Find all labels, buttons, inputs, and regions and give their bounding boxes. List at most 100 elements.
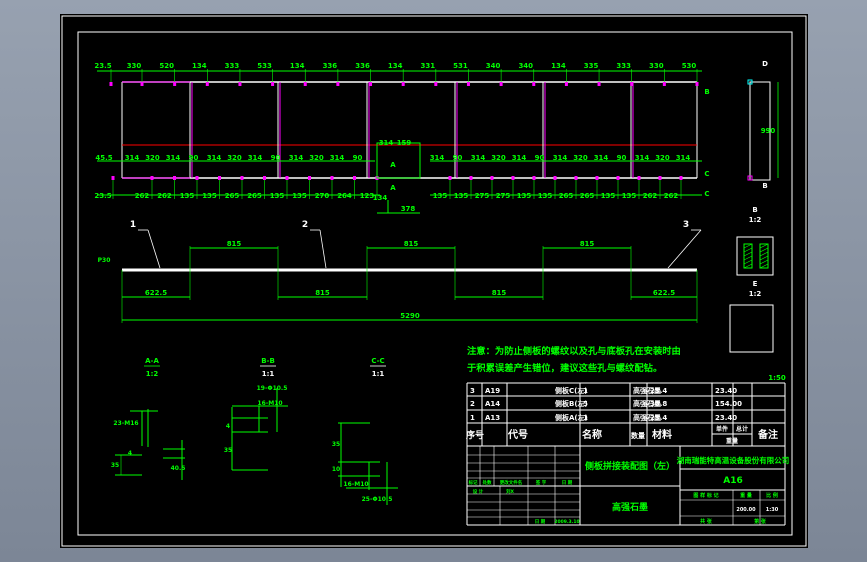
- dimension-label: 135: [270, 192, 285, 200]
- hole-mark: [336, 82, 340, 86]
- section-mark-d: D: [762, 60, 768, 68]
- part-leader-label: 3: [683, 220, 689, 230]
- hole-mark: [499, 82, 503, 86]
- dimension-label: 135: [180, 192, 195, 200]
- title-block-label: 比 例: [766, 492, 778, 499]
- hole-mark: [490, 176, 494, 180]
- hole-mark: [662, 82, 666, 86]
- dimension-label: 320: [573, 154, 588, 162]
- bom-cell: 23.4: [650, 414, 667, 422]
- dimension-label: 314: [166, 154, 181, 162]
- dimension-label: 314: [125, 154, 140, 162]
- dimension-label: 134: [388, 62, 403, 70]
- dimension-label: 320: [491, 154, 506, 162]
- bom-header: 代号: [507, 428, 528, 441]
- text: 35: [111, 462, 119, 469]
- view-b-scale: 1:2: [749, 216, 762, 224]
- dimension-label: 135: [601, 192, 616, 200]
- dimension-label: 314: [248, 154, 263, 162]
- dimension-label: 265: [225, 192, 240, 200]
- dimension-label: 333: [616, 62, 631, 70]
- hole-mark: [173, 82, 177, 86]
- hole-mark: [532, 82, 536, 86]
- text: 815: [492, 289, 507, 297]
- hole-mark: [532, 176, 536, 180]
- drawing-number: A16: [723, 476, 743, 486]
- drawing-title: 侧板拼接装配图（左）: [585, 460, 675, 472]
- dimension-label: 265: [580, 192, 595, 200]
- dimension-label: 314: [330, 154, 345, 162]
- dimension-label: 135: [622, 192, 637, 200]
- bom-header: 总计: [736, 425, 748, 433]
- title-block-label: 更改文件名: [500, 479, 523, 486]
- dimension-label: 314: [635, 154, 650, 162]
- text: 990: [761, 127, 776, 135]
- hole-mark: [353, 176, 356, 180]
- dimension-label: 275: [496, 192, 511, 200]
- bom-header: 序号: [466, 429, 484, 441]
- title-block-label: 设 计: [473, 488, 484, 495]
- dimension-label: 336: [355, 62, 370, 70]
- hole-mark: [285, 176, 289, 180]
- hole-mark: [564, 82, 568, 86]
- dimension-label: 320: [309, 154, 324, 162]
- dimension-label: 134: [551, 62, 566, 70]
- title-block-label: 共 张: [700, 518, 713, 525]
- hole-mark: [308, 176, 311, 180]
- text: 35: [224, 447, 232, 454]
- bom-cell: 154.00: [715, 400, 742, 408]
- text: 815: [580, 240, 595, 248]
- view-b-title: B: [752, 206, 757, 214]
- section-mark-c: C: [704, 190, 709, 198]
- dimension-label: 520: [159, 62, 174, 70]
- text: 19-Φ10.5: [257, 385, 288, 392]
- bom-header: 备注: [757, 428, 778, 441]
- hole-mark: [553, 176, 557, 180]
- bom-cell: 3: [470, 387, 475, 395]
- hole-mark: [637, 176, 641, 180]
- dimension-label: 90: [189, 154, 199, 162]
- hole-mark: [263, 176, 266, 180]
- bom-header: 名称: [582, 428, 602, 441]
- dimension-label: 135: [433, 192, 448, 200]
- hole-mark: [195, 176, 199, 180]
- bom-cell: 1: [470, 414, 475, 422]
- hole-mark: [466, 82, 470, 86]
- dimension-label: 265: [559, 192, 574, 200]
- dimension-label: 135: [454, 192, 469, 200]
- detail-mark-a: A: [390, 184, 396, 192]
- dimension-label: 134: [192, 62, 207, 70]
- dimension-label: 90: [617, 154, 627, 162]
- title-block-label: 刘X: [506, 488, 514, 495]
- overall-scale: 1:50: [768, 374, 786, 382]
- hole-mark: [401, 82, 405, 86]
- bom-cell: 30.8: [650, 400, 667, 408]
- dimension-label: 314: [430, 154, 445, 162]
- dimension-label: 314: [676, 154, 691, 162]
- hole-mark: [111, 176, 115, 180]
- section-mark-b: B: [704, 88, 709, 96]
- bom-cell: 23.40: [715, 414, 737, 422]
- bom-header: 材料: [652, 428, 672, 441]
- dimension-label: 314: [594, 154, 609, 162]
- section-scale: 1:1: [262, 370, 275, 378]
- section-scale: 1:2: [146, 370, 159, 378]
- hole-mark: [173, 176, 176, 180]
- weight-value: 200.00: [736, 507, 756, 513]
- text: P30: [98, 257, 111, 264]
- text: 16-M10: [257, 400, 282, 407]
- text: 815: [315, 289, 330, 297]
- title-block-label: 日 期: [535, 518, 546, 525]
- view-e-title: E: [753, 280, 758, 288]
- dimension-label: 23.5: [94, 62, 111, 70]
- dimension-label: 320: [227, 154, 242, 162]
- note-line: 注意：为防止侧板的螺纹以及孔与底板孔在安装时由: [467, 345, 681, 357]
- section-mark-c: C: [704, 170, 709, 178]
- dimension-label: 135: [517, 192, 532, 200]
- dimension-label: 314: [207, 154, 222, 162]
- hole-mark: [140, 82, 144, 86]
- detail-mark-a: A: [390, 161, 396, 169]
- dimension-label: 330: [649, 62, 664, 70]
- dimension-label: 314: [471, 154, 486, 162]
- text: 378: [401, 205, 416, 213]
